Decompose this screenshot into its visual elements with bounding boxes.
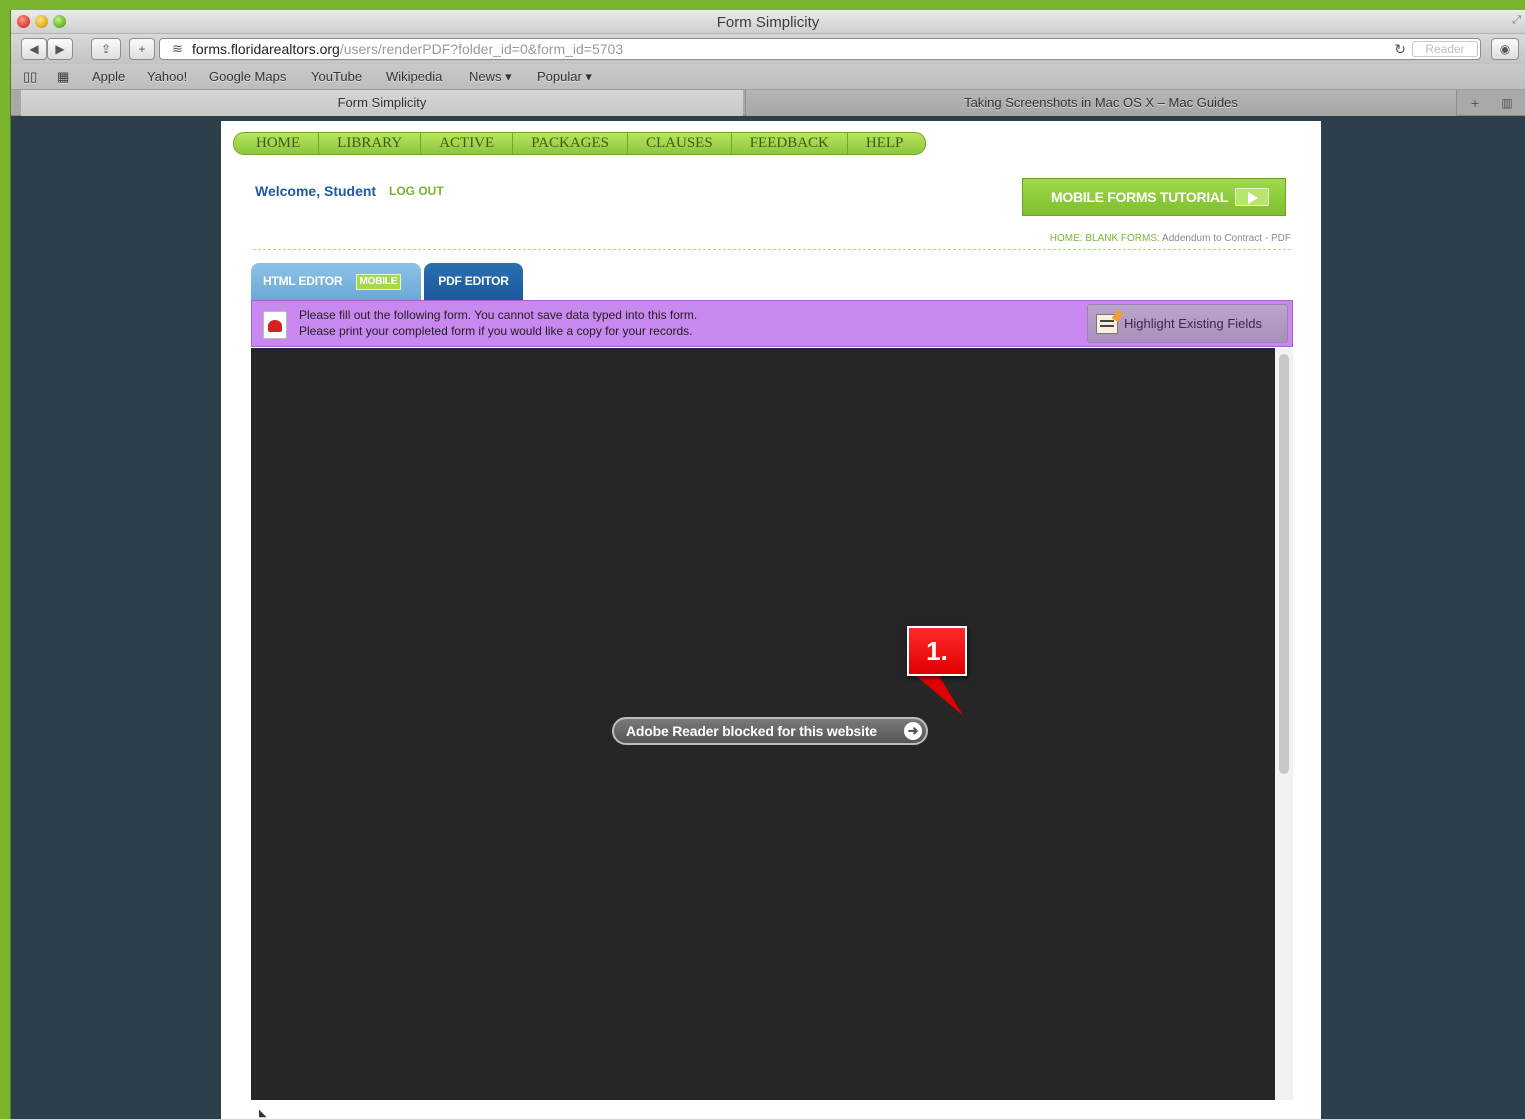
forward-button[interactable]: ▶: [47, 38, 73, 60]
mobile-badge: MOBILE: [355, 273, 402, 290]
pdf-file-icon: [263, 311, 287, 339]
arrow-right-circle-icon: ➜: [904, 722, 922, 740]
nav-home[interactable]: HOME: [238, 133, 320, 154]
download-icon: ◉: [1499, 42, 1511, 56]
main-nav: HOME LIBRARY ACTIVE PACKAGES CLAUSES FEE…: [233, 132, 927, 155]
nav-library[interactable]: LIBRARY: [319, 133, 422, 154]
downloads-button[interactable]: ◉: [1491, 38, 1519, 60]
share-icon: ⇪: [100, 42, 112, 56]
nav-clauses[interactable]: CLAUSES: [628, 133, 732, 154]
window-title: Form Simplicity: [716, 14, 820, 31]
scrollbar-thumb[interactable]: [1279, 354, 1289, 774]
viewer-scrollbar[interactable]: [1275, 348, 1293, 1100]
breadcrumb-sep: :: [1079, 233, 1083, 244]
back-button[interactable]: ◀: [21, 38, 47, 60]
top-sites-icon[interactable]: ▦: [57, 69, 69, 85]
nav-active[interactable]: ACTIVE: [421, 133, 514, 154]
highlight-fields-icon: [1096, 314, 1118, 334]
bookmark-yahoo[interactable]: Yahoo!: [147, 69, 187, 84]
add-bookmark-button[interactable]: +: [129, 38, 155, 60]
reader-button[interactable]: Reader: [1412, 41, 1478, 57]
divider: [253, 249, 1291, 250]
annotation-callout: 1.: [907, 626, 967, 676]
bookmark-news[interactable]: News ▾: [469, 69, 512, 85]
share-button[interactable]: ⇪: [91, 38, 121, 60]
reload-icon[interactable]: ↻: [1394, 39, 1406, 59]
site-favicon-icon: ≋: [172, 41, 183, 56]
plus-icon: +: [138, 42, 146, 56]
blocked-message: Adobe Reader blocked for this website: [626, 723, 877, 739]
new-tab-plus-icon[interactable]: +: [1461, 90, 1489, 116]
title-bar: Form Simplicity ⤢: [11, 10, 1525, 34]
browser-toolbar: ◀ ▶ ⇪ + ≋ forms.floridarealtors.org/user…: [11, 34, 1525, 64]
tutorial-label: MOBILE FORMS TUTORIAL: [1051, 189, 1228, 205]
bookmark-apple[interactable]: Apple: [92, 69, 125, 84]
welcome-text: Welcome, Student: [255, 183, 377, 199]
bookmark-wikipedia[interactable]: Wikipedia: [386, 69, 442, 84]
bookmarks-bar: ▯▯ ▦ Apple Yahoo! Google Maps YouTube Wi…: [11, 64, 1525, 90]
bookmark-popular[interactable]: Popular ▾: [537, 69, 592, 85]
highlight-label: Highlight Existing Fields: [1124, 316, 1263, 331]
adobe-reader-blocked-button[interactable]: Adobe Reader blocked for this website ➜: [612, 717, 928, 745]
nav-feedback[interactable]: FEEDBACK: [732, 133, 848, 154]
nav-packages[interactable]: PACKAGES: [513, 133, 628, 154]
play-icon: [1235, 188, 1269, 206]
tab-overview-icon[interactable]: ▥: [1493, 90, 1521, 116]
mobile-forms-tutorial-button[interactable]: MOBILE FORMS TUTORIAL: [1022, 178, 1286, 216]
tab-form-simplicity[interactable]: Form Simplicity: [21, 90, 743, 116]
info-line-2: Please print your completed form if you …: [299, 324, 693, 338]
tab-pdf-editor[interactable]: PDF EDITOR: [424, 263, 523, 300]
pdf-viewer: Adobe Reader blocked for this website ➜: [251, 348, 1293, 1100]
browser-window: Form Simplicity ⤢ ◀ ▶ ⇪ + ≋ forms.florid…: [10, 10, 1525, 1119]
nav-help[interactable]: HELP: [848, 133, 922, 154]
breadcrumb-current: Addendum to Contract - PDF: [1162, 233, 1291, 244]
fullscreen-icon[interactable]: ⤢: [1512, 14, 1521, 27]
address-bar[interactable]: ≋ forms.floridarealtors.org/users/render…: [159, 38, 1481, 60]
tab-html-editor[interactable]: HTML EDITOR MOBILE: [251, 263, 421, 300]
url-host: forms.floridarealtors.org: [192, 41, 340, 57]
breadcrumb-blank-forms[interactable]: BLANK FORMS: [1085, 233, 1157, 244]
web-page: HOME LIBRARY ACTIVE PACKAGES CLAUSES FEE…: [221, 121, 1321, 1119]
breadcrumb: HOME: BLANK FORMS: Addendum to Contract …: [1050, 233, 1291, 244]
tab-bar: Form Simplicity Taking Screenshots in Ma…: [11, 90, 1525, 116]
info-line-1: Please fill out the following form. You …: [299, 308, 698, 322]
bookmark-youtube[interactable]: YouTube: [311, 69, 362, 84]
logout-link[interactable]: LOG OUT: [389, 184, 444, 198]
tab-mac-guides[interactable]: Taking Screenshots in Mac OS X – Mac Gui…: [745, 90, 1457, 116]
forward-arrow-icon: ▶: [55, 42, 65, 56]
resize-corner-icon: ◣: [259, 1108, 267, 1119]
html-editor-label: HTML EDITOR: [263, 274, 343, 288]
highlight-existing-fields-button[interactable]: Highlight Existing Fields: [1087, 304, 1288, 343]
reading-list-icon[interactable]: ▯▯: [23, 69, 37, 85]
pdf-info-bar: Please fill out the following form. You …: [251, 300, 1293, 347]
breadcrumb-sep-2: :: [1157, 233, 1160, 244]
breadcrumb-home[interactable]: HOME: [1050, 233, 1080, 244]
back-arrow-icon: ◀: [29, 42, 39, 56]
info-text: Please fill out the following form. You …: [299, 307, 697, 339]
url-path: /users/renderPDF?folder_id=0&form_id=570…: [339, 41, 624, 57]
bookmark-google-maps[interactable]: Google Maps: [209, 69, 286, 84]
